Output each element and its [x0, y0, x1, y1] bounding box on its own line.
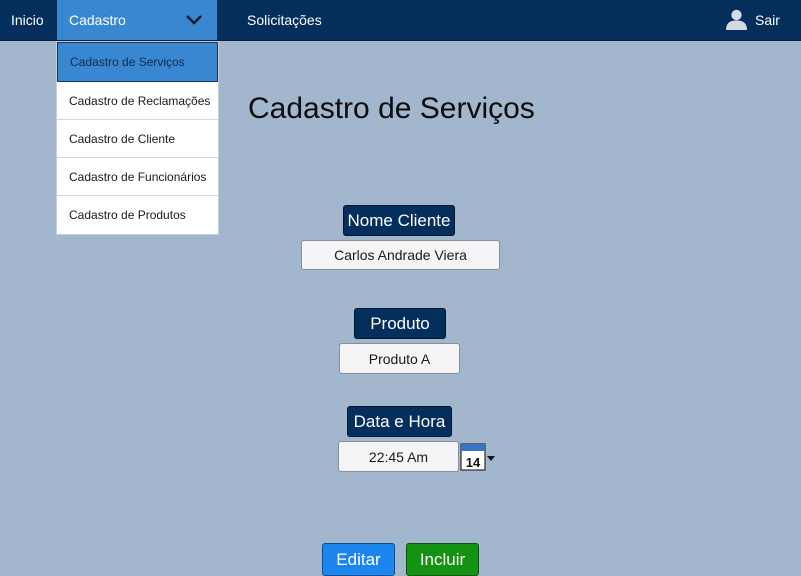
page-title: Cadastro de Serviços: [248, 92, 535, 125]
nome-cliente-input[interactable]: [301, 240, 500, 270]
calendar-day-text: 14: [466, 455, 481, 470]
data-hora-input[interactable]: [338, 441, 459, 472]
produto-input[interactable]: [339, 343, 460, 374]
menu-item-cadastro-funcionarios[interactable]: Cadastro de Funcionários: [57, 158, 218, 196]
menu-item-cadastro-produtos[interactable]: Cadastro de Produtos: [57, 196, 218, 234]
nav-cadastro[interactable]: Cadastro: [57, 0, 217, 40]
nav-inicio[interactable]: Inicio: [11, 0, 44, 40]
incluir-button[interactable]: Incluir: [406, 543, 479, 576]
data-hora-label: Data e Hora: [347, 406, 452, 437]
produto-label: Produto: [354, 308, 446, 339]
sair-label: Sair: [755, 12, 780, 28]
calendar-picker-icon[interactable]: 14: [460, 443, 496, 471]
user-icon: [726, 9, 747, 30]
menu-item-cadastro-reclamacoes[interactable]: Cadastro de Reclamações: [57, 82, 218, 120]
cadastro-dropdown-menu: Cadastro de Serviços Cadastro de Reclama…: [56, 41, 219, 235]
nav-sair[interactable]: Sair: [726, 0, 801, 40]
chevron-down-icon: [186, 15, 202, 25]
top-navbar: Inicio Cadastro Solicitações Sair: [0, 0, 801, 41]
nav-cadastro-label: Cadastro: [69, 12, 126, 28]
nav-solicitacoes[interactable]: Solicitações: [247, 0, 322, 40]
editar-button[interactable]: Editar: [322, 543, 395, 576]
nome-cliente-label: Nome Cliente: [343, 205, 455, 236]
menu-item-cadastro-cliente[interactable]: Cadastro de Cliente: [57, 120, 218, 158]
menu-item-cadastro-servicos[interactable]: Cadastro de Serviços: [57, 42, 218, 82]
